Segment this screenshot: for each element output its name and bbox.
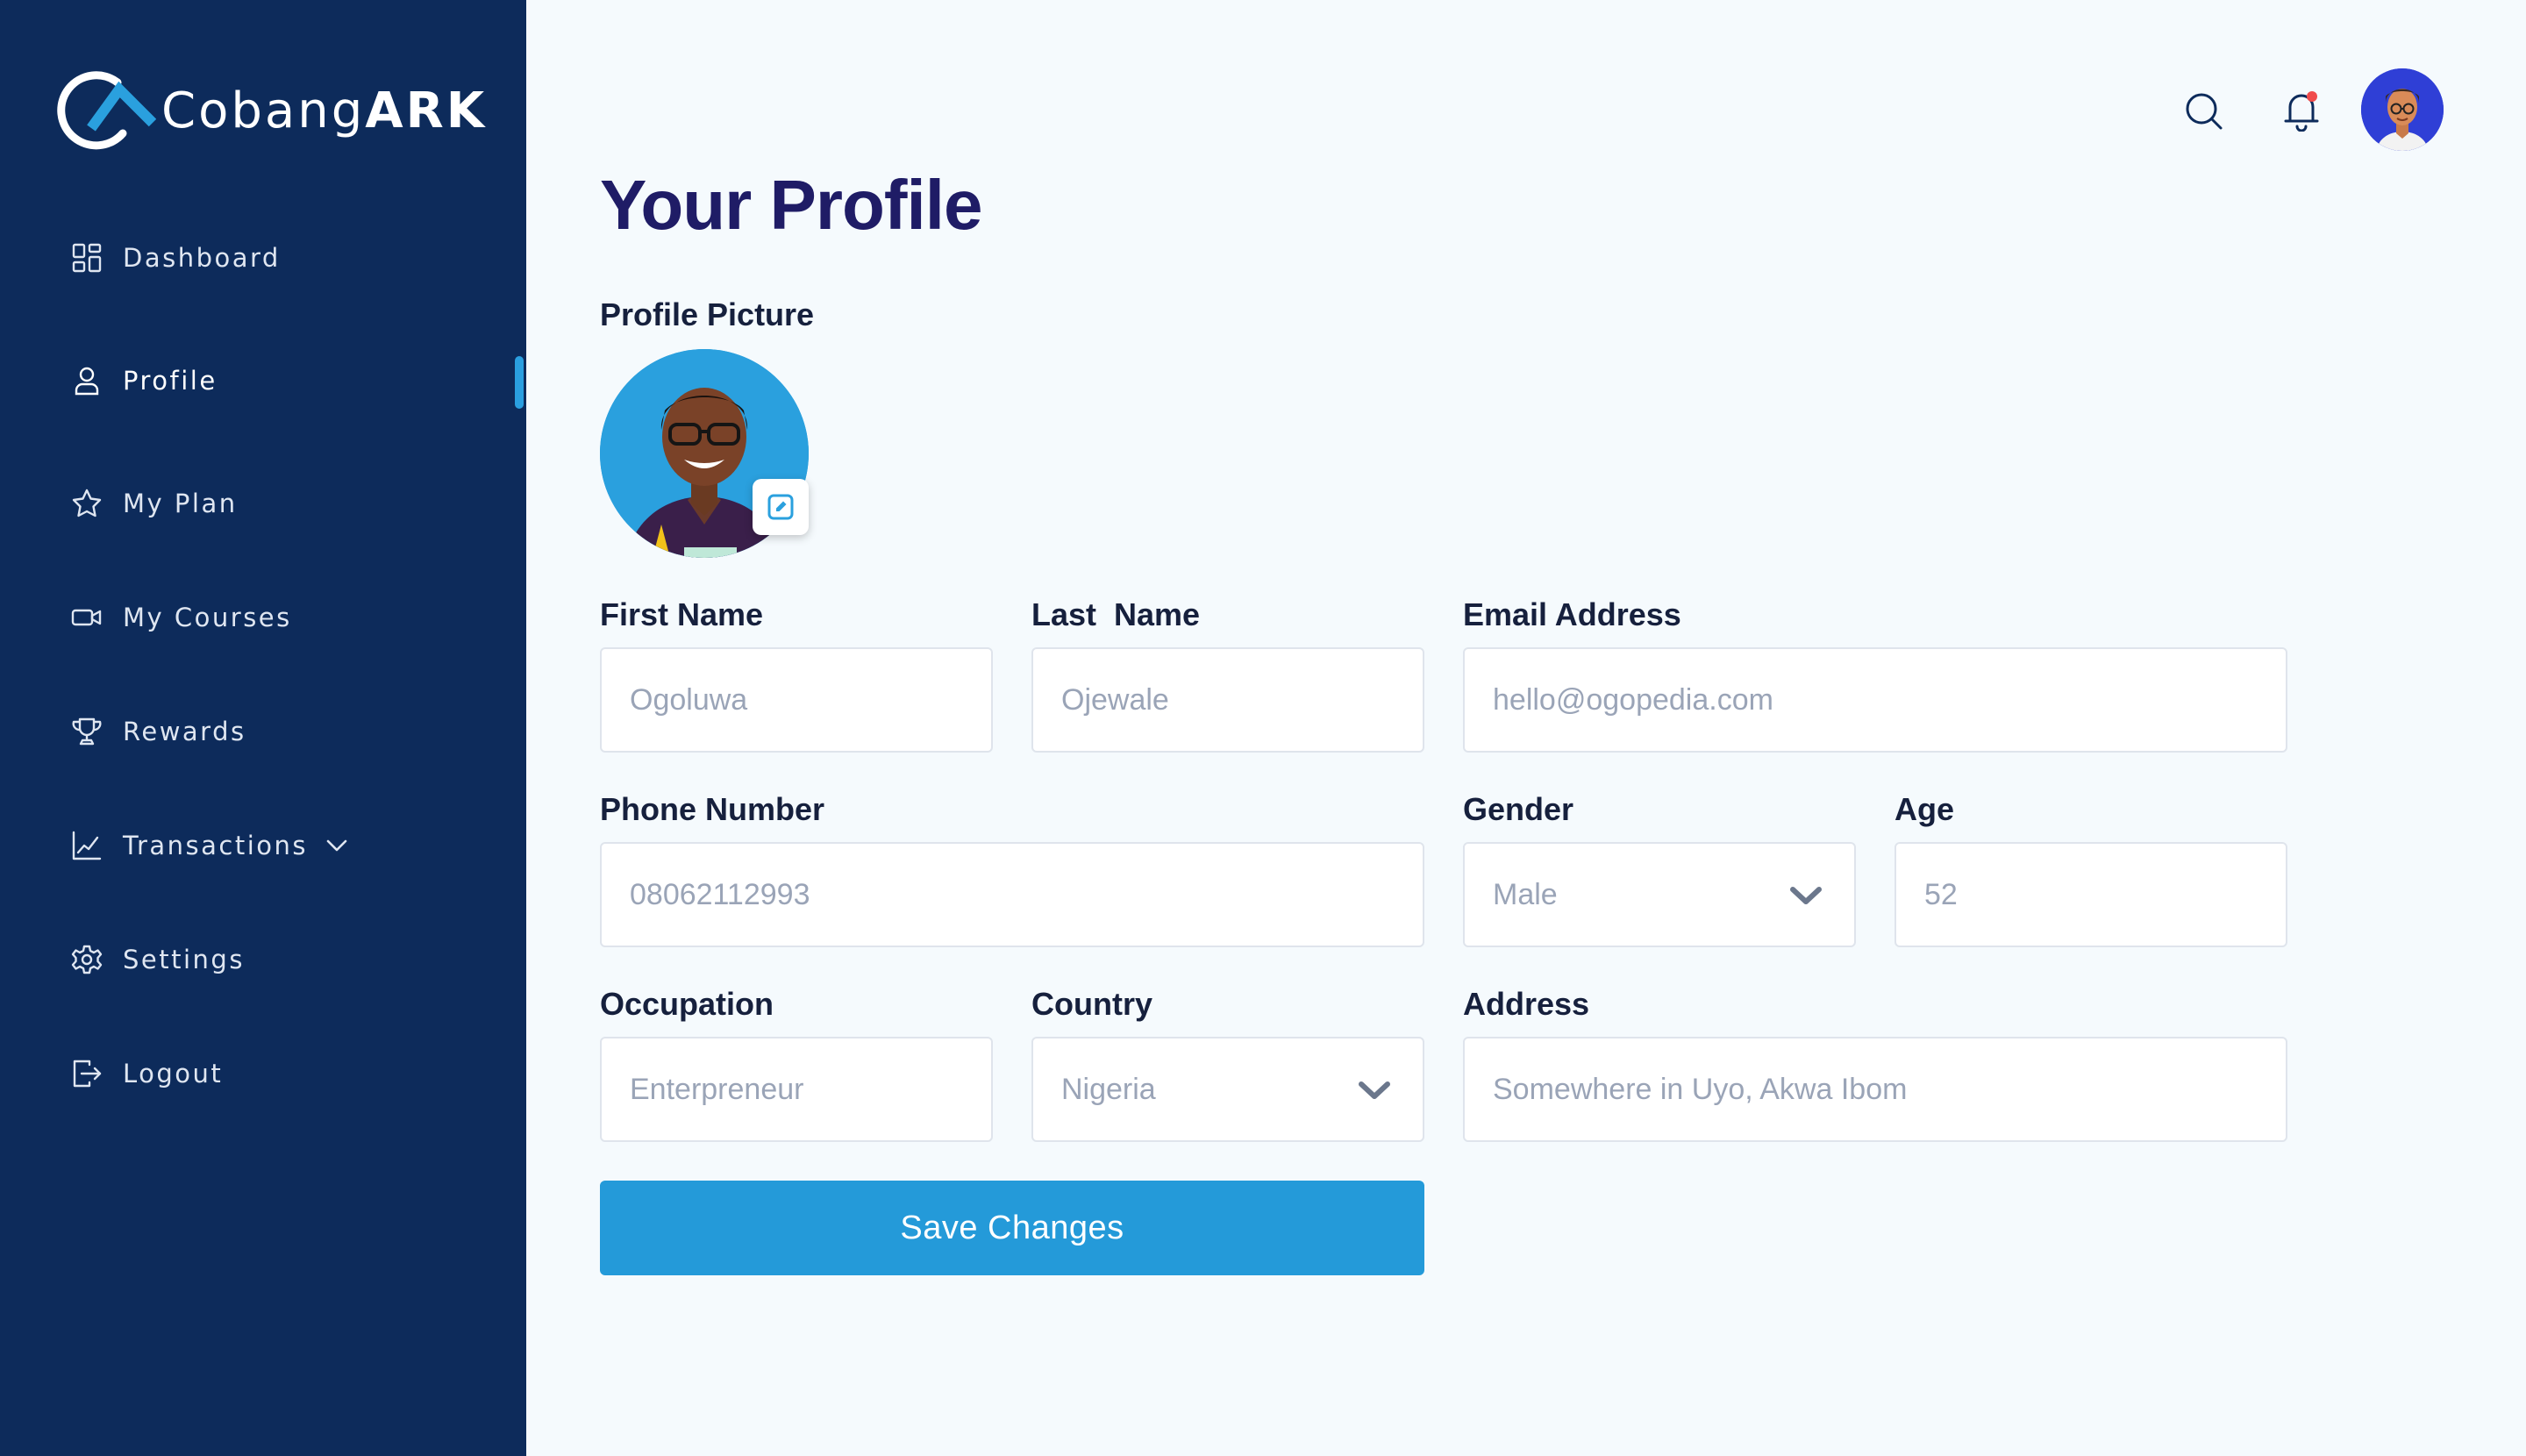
- sidebar-item-label: Settings: [123, 945, 245, 974]
- phone-label: Phone Number: [600, 791, 825, 827]
- avatar-illustration-icon: [2361, 68, 2444, 151]
- logo-mark-icon: [57, 71, 156, 150]
- sidebar: CobangARK Dashboard Profile My Plan My C…: [0, 0, 526, 1456]
- last-name-field[interactable]: Ojewale: [1031, 647, 1424, 753]
- gender-label: Gender: [1463, 791, 1574, 827]
- user-avatar[interactable]: [2361, 68, 2444, 151]
- pencil-icon: [767, 494, 794, 520]
- user-icon: [75, 367, 99, 396]
- address-value: Somewhere in Uyo, Akwa Ibom: [1493, 1072, 1908, 1106]
- search-button[interactable]: [2184, 91, 2224, 132]
- occupation-field[interactable]: Enterpreneur: [600, 1037, 993, 1142]
- sidebar-item-my-courses[interactable]: My Courses: [70, 591, 292, 644]
- sidebar-item-label: Transactions: [123, 831, 309, 860]
- page-title: Your Profile: [600, 166, 982, 244]
- first-name-label: First Name: [600, 596, 764, 632]
- sidebar-item-label: My Courses: [123, 603, 292, 632]
- address-label: Address: [1463, 986, 1590, 1022]
- country-value: Nigeria: [1061, 1072, 1156, 1106]
- save-changes-button[interactable]: Save Changes: [600, 1181, 1424, 1275]
- logo[interactable]: CobangARK: [56, 70, 487, 151]
- logo-text: CobangARK: [161, 82, 488, 139]
- sidebar-item-label: Rewards: [123, 717, 246, 746]
- gender-select[interactable]: Male: [1463, 842, 1856, 947]
- sidebar-item-label: My Plan: [123, 489, 238, 518]
- occupation-label: Occupation: [600, 986, 774, 1022]
- phone-value: 08062112993: [630, 877, 810, 911]
- sidebar-item-label: Dashboard: [123, 243, 281, 273]
- last-name-label: Last Name: [1031, 596, 1201, 632]
- edit-picture-button[interactable]: [753, 479, 809, 535]
- sidebar-item-my-plan[interactable]: My Plan: [70, 477, 238, 530]
- sidebar-item-label: Logout: [123, 1059, 224, 1088]
- search-icon: [2186, 93, 2223, 130]
- first-name-field[interactable]: Ogoluwa: [600, 647, 993, 753]
- last-name-value: Ojewale: [1061, 682, 1169, 717]
- email-value: hello@ogopedia.com: [1493, 682, 1773, 717]
- sidebar-item-dashboard[interactable]: Dashboard: [70, 232, 281, 284]
- email-field[interactable]: hello@ogopedia.com: [1463, 647, 2287, 753]
- gear-icon: [71, 945, 103, 974]
- phone-field[interactable]: 08062112993: [600, 842, 1424, 947]
- video-icon: [71, 609, 102, 626]
- email-label: Email Address: [1463, 596, 1681, 632]
- age-label: Age: [1894, 791, 1955, 827]
- trophy-icon: [72, 717, 102, 746]
- profile-picture-label: Profile Picture: [600, 296, 815, 332]
- sidebar-item-settings[interactable]: Settings: [70, 933, 245, 986]
- star-icon: [72, 489, 102, 517]
- occupation-value: Enterpreneur: [630, 1072, 804, 1106]
- active-indicator: [515, 356, 524, 409]
- grid-icon: [72, 243, 102, 273]
- chart-line-icon: [72, 831, 102, 860]
- sidebar-item-rewards[interactable]: Rewards: [70, 705, 246, 758]
- notifications-button[interactable]: [2282, 88, 2321, 132]
- age-field[interactable]: 52: [1894, 842, 2287, 947]
- sidebar-item-transactions[interactable]: Transactions: [70, 819, 350, 872]
- sidebar-item-profile[interactable]: Profile: [70, 354, 218, 407]
- chevron-down-icon[interactable]: [324, 832, 350, 859]
- sidebar-item-label: Profile: [123, 366, 218, 396]
- chevron-down-icon: [1359, 1081, 1390, 1099]
- age-value: 52: [1924, 877, 1958, 911]
- gender-value: Male: [1493, 877, 1558, 911]
- chevron-down-icon: [1790, 887, 1822, 904]
- first-name-value: Ogoluwa: [630, 682, 748, 717]
- bell-icon: [2284, 91, 2319, 132]
- country-label: Country: [1031, 986, 1152, 1022]
- address-field[interactable]: Somewhere in Uyo, Akwa Ibom: [1463, 1037, 2287, 1142]
- country-select[interactable]: Nigeria: [1031, 1037, 1424, 1142]
- logout-icon: [73, 1060, 102, 1088]
- sidebar-item-logout[interactable]: Logout: [70, 1047, 223, 1100]
